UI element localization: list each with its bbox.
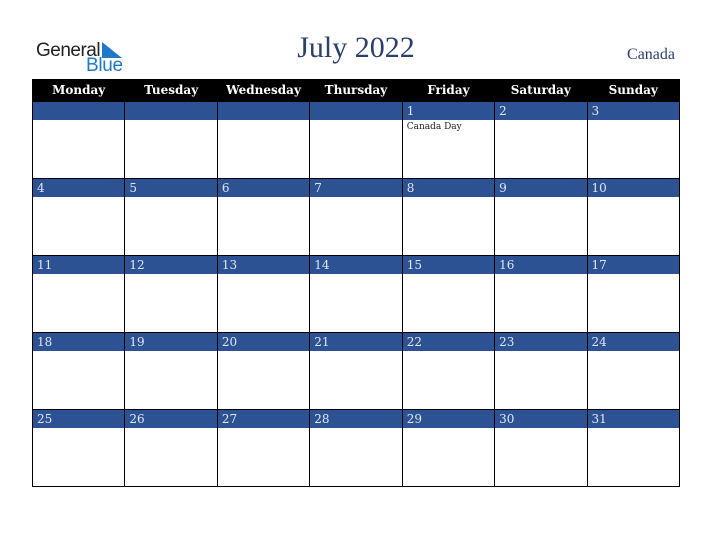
day-number: 30	[495, 410, 587, 428]
day-cell[interactable]: 10	[586, 178, 681, 256]
day-cell[interactable]: 9	[494, 178, 588, 256]
day-number	[33, 102, 125, 120]
day-number: 22	[402, 333, 495, 351]
week-row: 11 12 13 14 15 16 17	[31, 255, 681, 333]
week-row: 1 Canada Day 2 3	[31, 101, 681, 179]
day-cell[interactable]: 11	[31, 255, 126, 333]
day-number: 5	[125, 179, 217, 197]
day-cell[interactable]: 21	[309, 332, 403, 410]
weekday-header: Saturday	[494, 79, 588, 102]
calendar-grid: Monday Tuesday Wednesday Thursday Friday…	[31, 79, 681, 487]
day-number: 20	[217, 333, 310, 351]
day-cell[interactable]: 4	[31, 178, 126, 256]
weekday-header: Tuesday	[124, 79, 218, 102]
day-number: 28	[310, 410, 402, 428]
week-row: 25 26 27 28 29 30 31	[31, 409, 681, 487]
day-cell[interactable]: 20	[216, 332, 311, 410]
day-cell[interactable]	[309, 101, 403, 179]
day-cell[interactable]: 24	[586, 332, 681, 410]
day-number	[125, 102, 217, 120]
day-number: 23	[495, 333, 587, 351]
day-number: 27	[217, 410, 310, 428]
day-number: 16	[495, 256, 587, 274]
weekday-header: Monday	[31, 79, 126, 102]
day-number: 1	[402, 102, 495, 120]
day-number: 2	[495, 102, 587, 120]
day-cell[interactable]	[124, 101, 218, 179]
day-cell[interactable]	[31, 101, 126, 179]
day-number: 25	[33, 410, 125, 428]
weekday-header: Wednesday	[216, 79, 311, 102]
weekday-header: Thursday	[309, 79, 403, 102]
day-cell[interactable]: 18	[31, 332, 126, 410]
day-cell[interactable]: 16	[494, 255, 588, 333]
day-number: 19	[125, 333, 217, 351]
day-cell[interactable]: 5	[124, 178, 218, 256]
day-number: 13	[217, 256, 310, 274]
day-number: 21	[310, 333, 402, 351]
day-number: 14	[310, 256, 402, 274]
week-row: 18 19 20 21 22 23 24	[31, 332, 681, 410]
day-number: 17	[587, 256, 679, 274]
day-cell[interactable]: 2	[494, 101, 588, 179]
day-number: 31	[587, 410, 679, 428]
day-number: 4	[33, 179, 125, 197]
country-label: Canada	[627, 46, 675, 63]
day-number: 29	[402, 410, 495, 428]
day-cell[interactable]: 29	[401, 409, 496, 487]
day-number	[217, 102, 310, 120]
day-cell[interactable]: 17	[586, 255, 681, 333]
weekday-header: Friday	[401, 79, 496, 102]
day-cell[interactable]: 8	[401, 178, 496, 256]
day-cell[interactable]: 25	[31, 409, 126, 487]
day-cell[interactable]: 15	[401, 255, 496, 333]
day-cell[interactable]	[216, 101, 311, 179]
day-number: 3	[587, 102, 679, 120]
week-row: 4 5 6 7 8 9 10	[31, 178, 681, 256]
day-number: 7	[310, 179, 402, 197]
day-cell[interactable]: 28	[309, 409, 403, 487]
day-cell[interactable]: 26	[124, 409, 218, 487]
day-cell[interactable]: 30	[494, 409, 588, 487]
day-number	[310, 102, 402, 120]
weekday-header-row: Monday Tuesday Wednesday Thursday Friday…	[31, 79, 681, 102]
day-number: 9	[495, 179, 587, 197]
day-cell[interactable]: 31	[586, 409, 681, 487]
day-cell[interactable]: 1 Canada Day	[401, 101, 496, 179]
day-cell[interactable]: 12	[124, 255, 218, 333]
day-number: 8	[402, 179, 495, 197]
day-number: 6	[217, 179, 310, 197]
day-number: 10	[587, 179, 679, 197]
day-number: 18	[33, 333, 125, 351]
day-cell[interactable]: 19	[124, 332, 218, 410]
day-number: 11	[33, 256, 125, 274]
holiday-label: Canada Day	[406, 122, 462, 132]
day-cell[interactable]: 27	[216, 409, 311, 487]
day-cell[interactable]: 22	[401, 332, 496, 410]
weekday-header: Sunday	[586, 79, 681, 102]
day-number: 12	[125, 256, 217, 274]
day-number: 24	[587, 333, 679, 351]
day-cell[interactable]: 7	[309, 178, 403, 256]
day-cell[interactable]: 23	[494, 332, 588, 410]
day-cell[interactable]: 13	[216, 255, 311, 333]
day-cell[interactable]: 14	[309, 255, 403, 333]
day-cell[interactable]: 3	[586, 101, 681, 179]
day-number: 26	[125, 410, 217, 428]
day-cell[interactable]: 6	[216, 178, 311, 256]
day-number: 15	[402, 256, 495, 274]
page-title: July 2022	[297, 31, 415, 64]
